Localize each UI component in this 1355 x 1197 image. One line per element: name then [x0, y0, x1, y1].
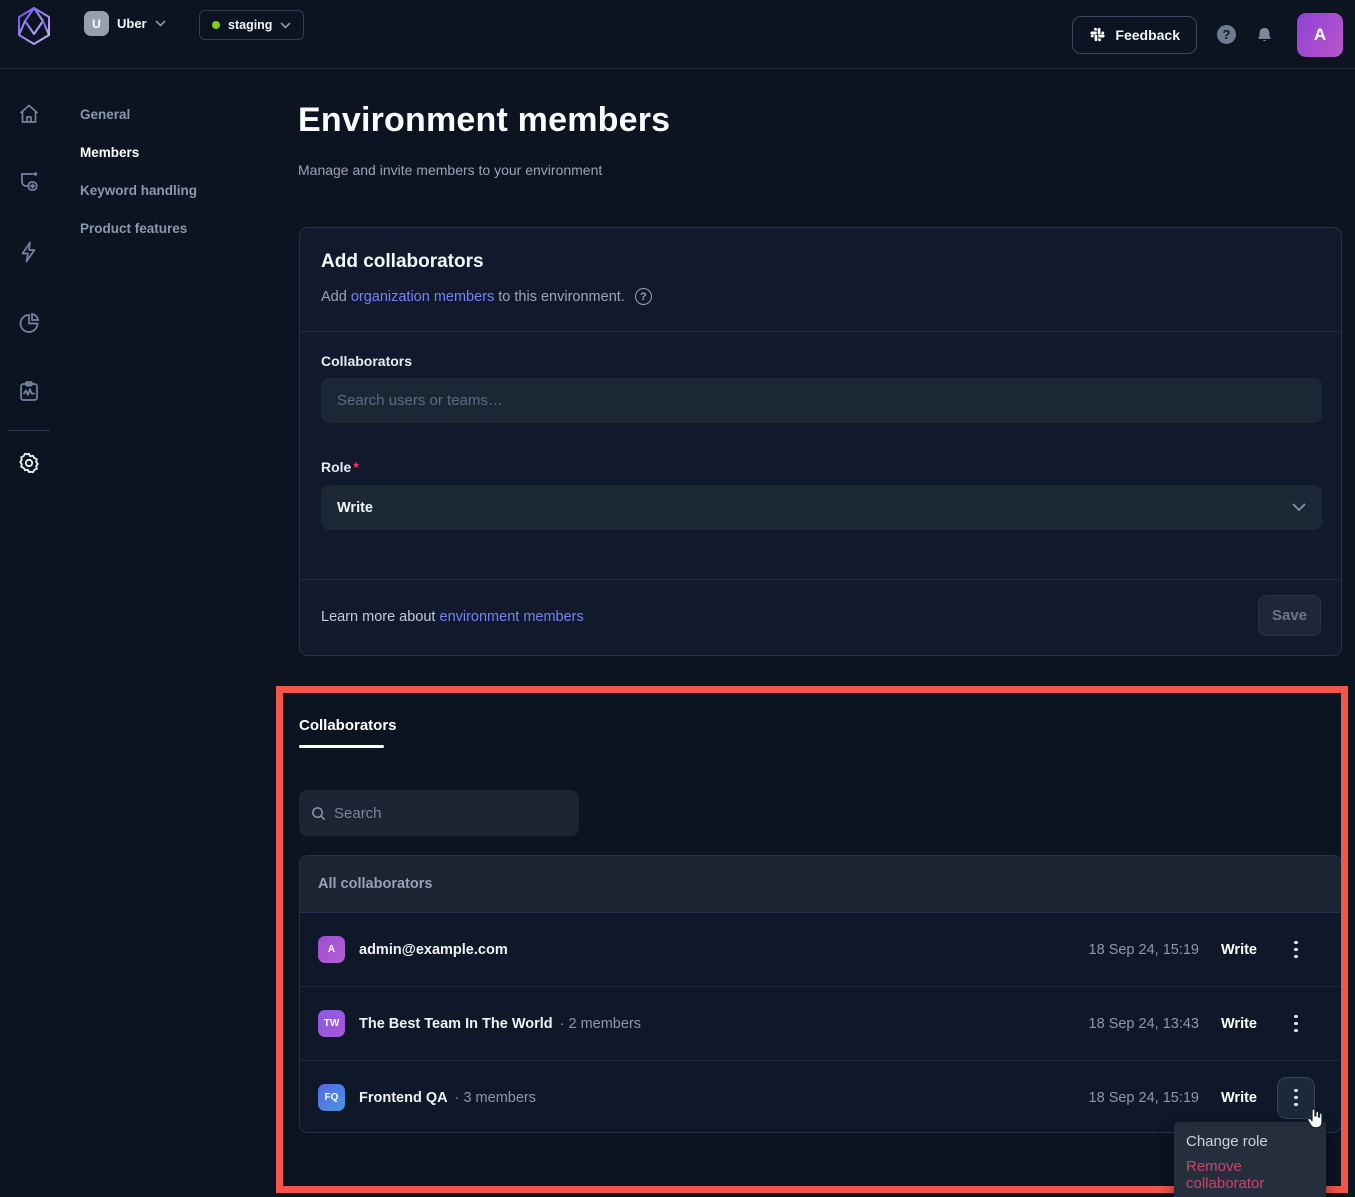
pie-chart-icon[interactable] [17, 311, 41, 335]
add-collaborators-card: Add collaborators Add organization membe… [299, 227, 1342, 656]
avatar: A [318, 936, 345, 963]
keyword-flag-add-icon[interactable] [17, 170, 41, 194]
environment-selector[interactable]: staging [199, 10, 304, 40]
tab-collaborators[interactable]: Collaborators [299, 717, 397, 734]
icon-rail [0, 69, 58, 1197]
user-avatar[interactable]: A [1297, 13, 1343, 57]
table-header: All collaborators [300, 856, 1341, 913]
menu-item-remove-collaborator[interactable]: Remove collaborator [1174, 1154, 1326, 1196]
table-row[interactable]: TW The Best Team In The World · 2 member… [300, 986, 1341, 1060]
row-meta: 18 Sep 24, 15:19 Write [1089, 1077, 1315, 1119]
card-description: Add organization members to this environ… [321, 288, 652, 305]
monitoring-clipboard-icon[interactable] [17, 379, 41, 403]
app-root: U Uber staging Feedback ? A [0, 0, 1355, 1197]
lightning-icon[interactable] [17, 240, 41, 264]
environment-members-link[interactable]: environment members [440, 609, 584, 625]
added-date: 18 Sep 24, 15:19 [1089, 1090, 1199, 1106]
help-ring-icon[interactable]: ? [635, 288, 652, 305]
top-bar: U Uber staging Feedback ? A [0, 0, 1355, 69]
required-asterisk: * [353, 459, 358, 475]
role-badge: Write [1221, 1090, 1263, 1106]
org-avatar: U [84, 11, 109, 36]
notifications-bell-icon[interactable] [1256, 26, 1273, 44]
rail-divider [8, 430, 50, 431]
role-label-text: Role [321, 459, 351, 475]
tab-active-underline [299, 745, 384, 748]
role-select[interactable]: Write [321, 485, 1322, 530]
subnav-item-product-features[interactable]: Product features [80, 221, 187, 236]
divider [300, 579, 1341, 580]
org-switcher[interactable]: U Uber [84, 11, 166, 36]
chevron-down-icon [280, 22, 291, 29]
page-subtitle: Manage and invite members to your enviro… [298, 162, 602, 178]
save-button[interactable]: Save [1258, 595, 1321, 636]
app-logo-icon[interactable] [10, 2, 58, 50]
environment-status-dot [212, 21, 220, 29]
added-date: 18 Sep 24, 15:19 [1089, 942, 1199, 958]
subnav-item-keyword-handling[interactable]: Keyword handling [80, 183, 197, 198]
added-date: 18 Sep 24, 13:43 [1089, 1016, 1199, 1032]
collaborators-search-input[interactable] [334, 805, 567, 822]
table-row[interactable]: A admin@example.com 18 Sep 24, 15:19 Wri… [300, 913, 1341, 986]
row-actions-menu-button[interactable] [1277, 929, 1315, 971]
row-actions-menu-button[interactable] [1277, 1003, 1315, 1045]
subnav-item-members[interactable]: Members [80, 145, 139, 160]
card-title: Add collaborators [321, 251, 484, 273]
row-actions-context-menu: Change role Remove collaborator [1174, 1122, 1326, 1197]
avatar: FQ [318, 1084, 345, 1111]
collaborators-field-label: Collaborators [321, 353, 412, 369]
collaborator-name: Frontend QA [359, 1090, 448, 1106]
feedback-label: Feedback [1115, 27, 1180, 43]
role-field-label: Role* [321, 459, 359, 475]
subnav-item-general[interactable]: General [80, 107, 130, 122]
role-select-value: Write [337, 500, 373, 516]
menu-item-change-role[interactable]: Change role [1174, 1129, 1326, 1154]
page-title: Environment members [298, 101, 670, 140]
role-badge: Write [1221, 1016, 1263, 1032]
desc-prefix: Add [321, 289, 347, 305]
learn-more-prefix: Learn more about [321, 609, 440, 625]
top-bar-actions: Feedback ? A [1072, 0, 1343, 69]
collaborators-search-input[interactable] [321, 378, 1322, 423]
home-icon[interactable] [17, 102, 41, 126]
learn-more-text: Learn more about environment members [321, 609, 584, 625]
row-meta: 18 Sep 24, 15:19 Write [1089, 929, 1315, 971]
collaborator-name: The Best Team In The World [359, 1016, 553, 1032]
slack-icon [1089, 26, 1106, 43]
collaborator-name: admin@example.com [359, 942, 508, 958]
row-meta: 18 Sep 24, 13:43 Write [1089, 1003, 1315, 1045]
help-icon[interactable]: ? [1217, 25, 1236, 44]
desc-suffix: to this environment. [498, 289, 625, 305]
collaborators-table: All collaborators A admin@example.com 18… [299, 855, 1342, 1133]
divider [300, 331, 1341, 332]
search-icon [311, 806, 326, 821]
role-badge: Write [1221, 942, 1263, 958]
member-count: · 3 members [455, 1090, 536, 1106]
avatar: TW [318, 1010, 345, 1037]
chevron-down-icon [1292, 503, 1306, 512]
row-actions-menu-button[interactable] [1277, 1077, 1315, 1119]
table-rows: A admin@example.com 18 Sep 24, 15:19 Wri… [300, 913, 1341, 1133]
org-name: Uber [117, 16, 147, 31]
settings-gear-icon[interactable] [17, 451, 41, 475]
feedback-button[interactable]: Feedback [1072, 16, 1197, 54]
environment-name: staging [228, 18, 272, 32]
member-count: · 2 members [560, 1016, 641, 1032]
collaborators-search[interactable] [299, 790, 579, 836]
chevron-down-icon [155, 20, 166, 27]
organization-members-link[interactable]: organization members [351, 289, 494, 305]
